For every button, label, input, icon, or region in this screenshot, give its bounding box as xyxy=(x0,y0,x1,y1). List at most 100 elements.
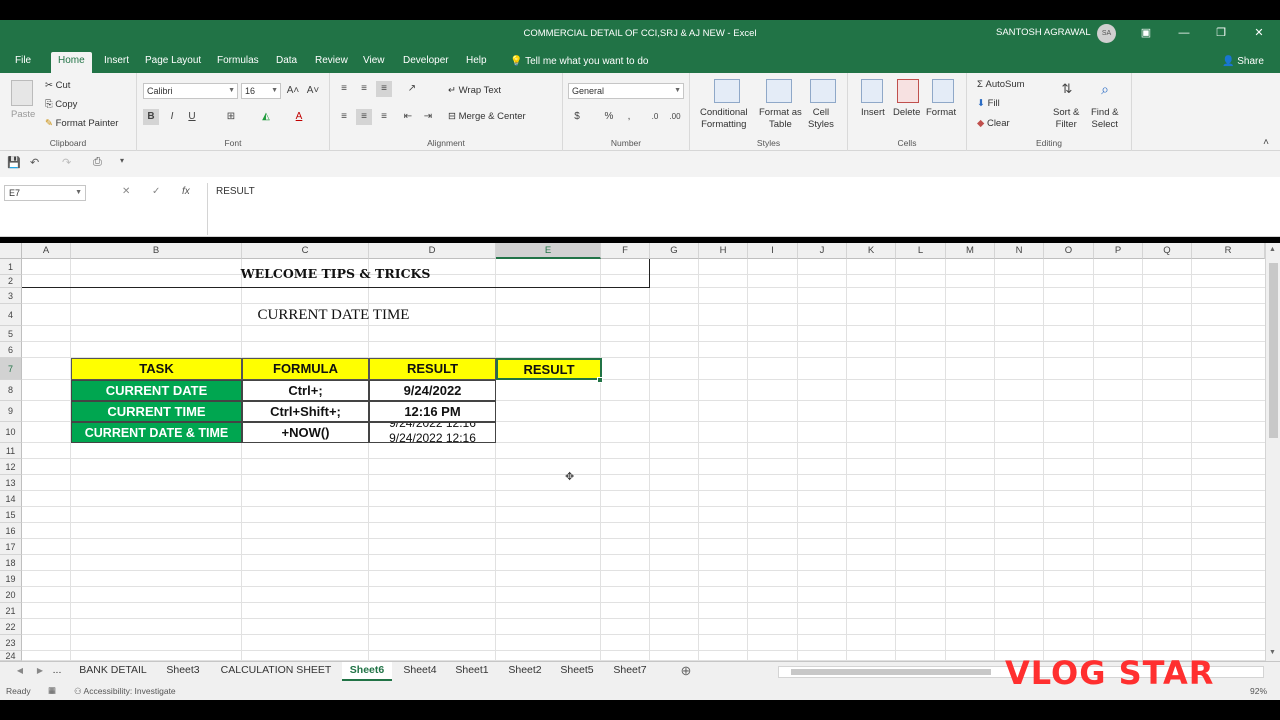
increase-decimal-icon[interactable]: .0 xyxy=(647,109,663,125)
insert-cells-button[interactable]: Insert xyxy=(861,107,885,118)
row-header-10[interactable]: 10 xyxy=(0,422,22,443)
sheet-tab-bank-detail[interactable]: BANK DETAIL xyxy=(72,662,154,681)
column-header-c[interactable]: C xyxy=(242,243,369,259)
row-header-3[interactable]: 3 xyxy=(0,288,22,304)
row-header-23[interactable]: 23 xyxy=(0,635,22,651)
tab-insert[interactable]: Insert xyxy=(97,52,136,73)
clear-button[interactable]: ◆ Clear xyxy=(977,118,1010,129)
tell-me-box[interactable]: 💡 Tell me what you want to do xyxy=(510,56,648,67)
cell-styles-button[interactable]: Cell Styles xyxy=(808,107,834,131)
cell-styles-icon[interactable] xyxy=(810,79,836,103)
sheet-tab-sheet1[interactable]: Sheet1 xyxy=(449,662,495,681)
name-box[interactable]: E7 ▼ xyxy=(4,185,86,201)
format-table-icon[interactable] xyxy=(766,79,792,103)
vertical-scroll-thumb[interactable] xyxy=(1269,263,1278,438)
sheet-tab-sheet6[interactable]: Sheet6 xyxy=(342,662,392,681)
row-header-7[interactable]: 7 xyxy=(0,358,22,380)
align-middle-icon[interactable]: ≡ xyxy=(356,81,372,97)
formula-current-date[interactable]: Ctrl+; xyxy=(242,380,369,401)
column-header-j[interactable]: J xyxy=(798,243,847,259)
align-left-icon[interactable]: ≡ xyxy=(336,109,352,125)
sheet-tab-sheet4[interactable]: Sheet4 xyxy=(396,662,444,681)
percent-icon[interactable]: % xyxy=(601,109,617,125)
column-header-k[interactable]: K xyxy=(847,243,896,259)
column-header-p[interactable]: P xyxy=(1094,243,1143,259)
number-format-select[interactable]: General ▼ xyxy=(568,83,684,99)
conditional-formatting-icon[interactable] xyxy=(714,79,740,103)
column-header-a[interactable]: A xyxy=(22,243,71,259)
row-header-22[interactable]: 22 xyxy=(0,619,22,635)
column-header-i[interactable]: I xyxy=(748,243,798,259)
row-header-18[interactable]: 18 xyxy=(0,555,22,571)
row-header-4[interactable]: 4 xyxy=(0,304,22,326)
tab-view[interactable]: View xyxy=(356,52,392,73)
fill-handle[interactable] xyxy=(597,377,603,383)
wrap-text-button[interactable]: ↵ Wrap Text xyxy=(448,85,501,96)
enter-icon[interactable]: ✓ xyxy=(152,186,160,197)
row-header-8[interactable]: 8 xyxy=(0,380,22,401)
format-painter-button[interactable]: ✎ Format Painter xyxy=(45,118,118,129)
column-header-d[interactable]: D xyxy=(369,243,496,259)
user-name[interactable]: SANTOSH AGRAWAL xyxy=(996,27,1091,38)
fill-button[interactable]: ⬇ Fill xyxy=(977,98,1000,109)
tab-scroll-left-icon[interactable]: ◀ xyxy=(14,662,26,681)
comma-icon[interactable]: , xyxy=(621,109,637,125)
formula-current-time[interactable]: Ctrl+Shift+; xyxy=(242,401,369,422)
decrease-font-icon[interactable]: A˅ xyxy=(305,83,321,99)
bold-button[interactable]: B xyxy=(143,109,159,125)
row-header-15[interactable]: 15 xyxy=(0,507,22,523)
italic-button[interactable]: I xyxy=(164,109,180,125)
copy-button[interactable]: ⎘ Copy xyxy=(45,99,77,110)
header-result-e[interactable]: RESULT xyxy=(496,358,602,380)
column-header-f[interactable]: F xyxy=(601,243,650,259)
row-header-24[interactable]: 24 xyxy=(0,651,22,661)
restore-icon[interactable]: ❐ xyxy=(1211,24,1231,42)
column-header-g[interactable]: G xyxy=(650,243,699,259)
font-name-select[interactable]: Calibri ▼ xyxy=(143,83,238,99)
increase-indent-icon[interactable]: ⇥ xyxy=(420,109,436,125)
column-header-e[interactable]: E xyxy=(496,243,601,259)
decrease-decimal-icon[interactable]: .00 xyxy=(667,109,683,125)
cut-button[interactable]: ✂ Cut xyxy=(45,80,70,91)
font-size-select[interactable]: 16 ▼ xyxy=(241,83,281,99)
conditional-formatting-button[interactable]: Conditional Formatting xyxy=(700,107,748,131)
minimize-icon[interactable]: — xyxy=(1174,24,1194,42)
header-task[interactable]: TASK xyxy=(71,358,242,380)
row-header-21[interactable]: 21 xyxy=(0,603,22,619)
row-header-19[interactable]: 19 xyxy=(0,571,22,587)
column-header-n[interactable]: N xyxy=(995,243,1044,259)
sheet-tab-sheet5[interactable]: Sheet5 xyxy=(554,662,600,681)
row-header-9[interactable]: 9 xyxy=(0,401,22,422)
row-header-6[interactable]: 6 xyxy=(0,342,22,358)
row-header-12[interactable]: 12 xyxy=(0,459,22,475)
column-header-l[interactable]: L xyxy=(896,243,946,259)
tab-scroll-right-icon[interactable]: ▶ xyxy=(34,662,46,681)
column-header-o[interactable]: O xyxy=(1044,243,1094,259)
underline-button[interactable]: U xyxy=(184,109,200,125)
align-top-icon[interactable]: ≡ xyxy=(336,81,352,97)
increase-font-icon[interactable]: A˄ xyxy=(285,83,301,99)
align-bottom-icon[interactable]: ≡ xyxy=(376,81,392,97)
row-header-5[interactable]: 5 xyxy=(0,326,22,342)
autosum-button[interactable]: Σ AutoSum xyxy=(977,79,1025,90)
column-header-m[interactable]: M xyxy=(946,243,995,259)
tab-review[interactable]: Review xyxy=(308,52,355,73)
fill-color-icon[interactable]: ◭ xyxy=(258,109,274,125)
scroll-up-icon[interactable]: ▲ xyxy=(1269,246,1276,253)
format-cells-button[interactable]: Format xyxy=(926,107,956,118)
print-preview-icon[interactable]: ⎙ xyxy=(93,156,102,169)
task-current-date-time[interactable]: CURRENT DATE & TIME xyxy=(71,422,242,443)
sort-filter-button[interactable]: Sort & Filter xyxy=(1053,107,1079,131)
align-center-icon[interactable]: ≡ xyxy=(356,109,372,125)
row-header-2[interactable]: 2 xyxy=(0,275,22,288)
column-header-q[interactable]: Q xyxy=(1143,243,1192,259)
align-right-icon[interactable]: ≡ xyxy=(376,109,392,125)
column-header-b[interactable]: B xyxy=(71,243,242,259)
header-result-d[interactable]: RESULT xyxy=(369,358,496,380)
decrease-indent-icon[interactable]: ⇤ xyxy=(400,109,416,125)
borders-icon[interactable]: ⊞ xyxy=(223,109,239,125)
insert-cells-icon[interactable] xyxy=(861,79,883,103)
row-header-1[interactable]: 1 xyxy=(0,259,22,275)
save-icon[interactable]: 💾 xyxy=(7,156,21,169)
customize-qat-icon[interactable]: ▾ xyxy=(120,156,124,165)
